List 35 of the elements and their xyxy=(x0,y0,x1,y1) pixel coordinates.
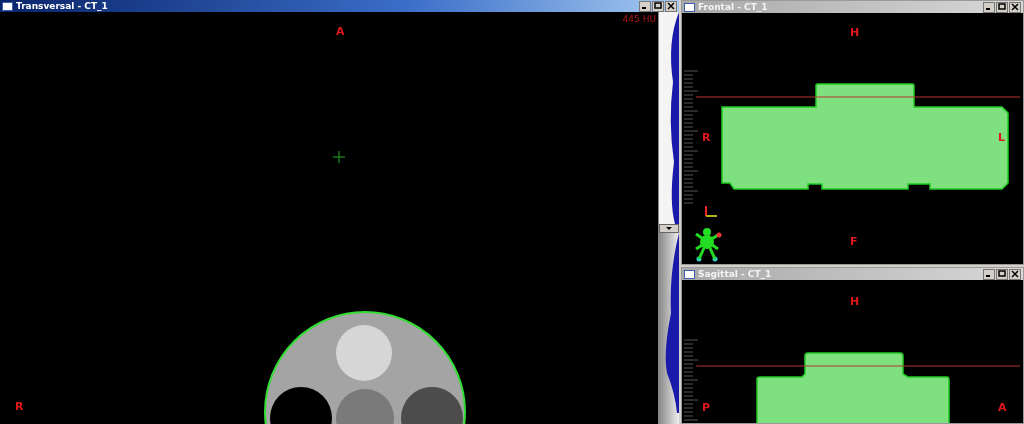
minimize-button[interactable] xyxy=(983,1,995,13)
orientation-label: A xyxy=(998,402,1007,414)
minimize-button[interactable] xyxy=(639,0,651,12)
orientation-label: R xyxy=(15,401,24,413)
hu-readout: 445 HU xyxy=(622,14,656,25)
orientation-label: F xyxy=(850,236,858,248)
patient-figure-icon xyxy=(695,228,722,262)
close-button[interactable] xyxy=(1009,268,1021,280)
maximize-icon xyxy=(653,1,663,11)
maximize-button[interactable] xyxy=(996,268,1008,280)
window-icon xyxy=(2,1,13,11)
window-title: Transversal - CT_1 xyxy=(16,0,109,12)
maximize-button[interactable] xyxy=(652,0,664,12)
axes-icon xyxy=(705,205,718,217)
window-title: Frontal - CT_1 xyxy=(698,1,769,13)
orientation-label: P xyxy=(702,402,711,414)
close-icon xyxy=(1010,269,1020,279)
crosshair-icon xyxy=(332,150,346,164)
orientation-label: H xyxy=(850,27,860,39)
maximize-icon xyxy=(997,2,1007,12)
maximize-button[interactable] xyxy=(996,1,1008,13)
window-icon xyxy=(684,269,695,279)
scroll-down-button[interactable] xyxy=(659,224,679,233)
window-title: Sagittal - CT_1 xyxy=(698,268,773,280)
maximize-icon xyxy=(997,269,1007,279)
orientation-label: R xyxy=(702,132,711,144)
close-icon xyxy=(1010,2,1020,12)
orientation-label: H xyxy=(850,296,860,308)
orientation-label: A xyxy=(336,26,345,38)
orientation-label: L xyxy=(998,132,1005,144)
minimize-button[interactable] xyxy=(983,268,995,280)
close-button[interactable] xyxy=(665,0,677,12)
close-button[interactable] xyxy=(1009,1,1021,13)
close-icon xyxy=(666,1,676,11)
window-icon xyxy=(684,2,695,12)
